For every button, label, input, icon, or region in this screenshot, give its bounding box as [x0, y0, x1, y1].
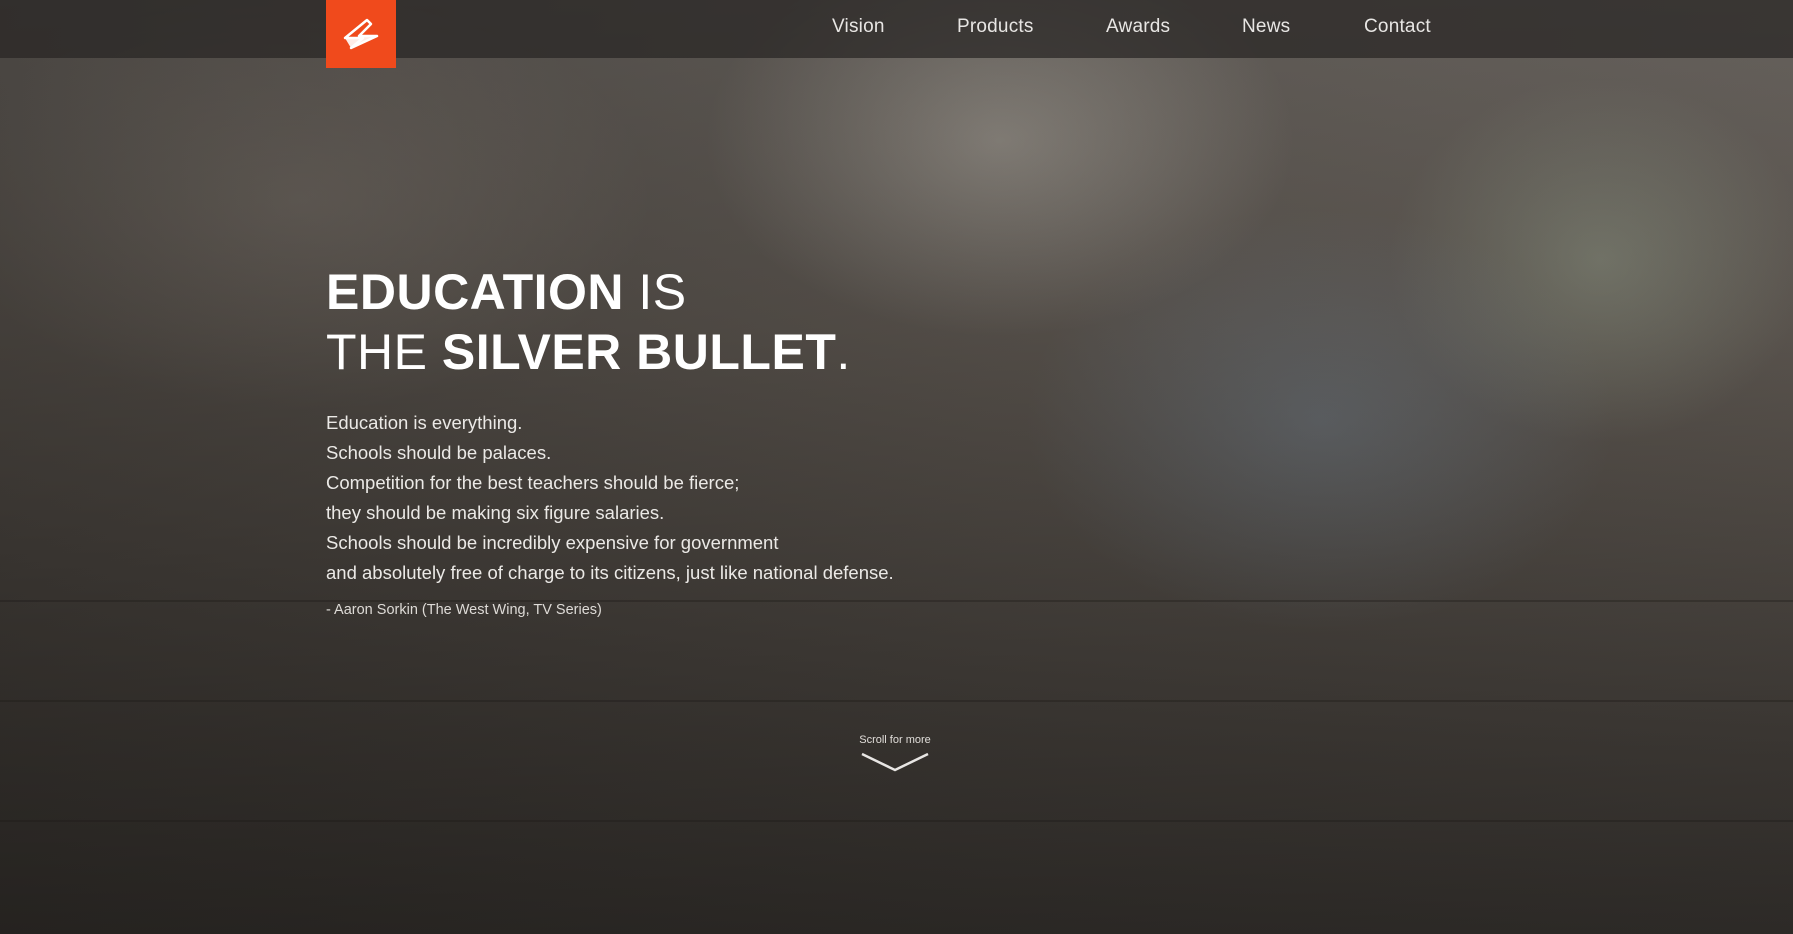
quote-line: they should be making six figure salarie…	[326, 502, 665, 523]
quote-line: Education is everything.	[326, 412, 523, 433]
logo[interactable]	[326, 0, 396, 68]
quote-line: and absolutely free of charge to its cit…	[326, 562, 894, 583]
quote-line: Competition for the best teachers should…	[326, 472, 740, 493]
nav-item-products[interactable]: Products	[957, 16, 1034, 38]
nav-item-contact[interactable]: Contact	[1364, 16, 1431, 38]
scroll-for-more[interactable]: Scroll for more	[850, 734, 940, 774]
chevron-down-icon	[861, 752, 929, 772]
lightning-bolt-icon	[343, 18, 379, 50]
headline-bold-2: SILVER BULLET	[441, 324, 837, 380]
nav-item-vision[interactable]: Vision	[832, 16, 885, 38]
hero-section: Vision Products Awards News Contact EDUC…	[0, 0, 1793, 934]
scroll-label: Scroll for more	[859, 734, 931, 746]
headline-light-2: THE	[326, 324, 442, 380]
headline-end-2: .	[836, 324, 851, 380]
nav-item-news[interactable]: News	[1242, 16, 1290, 38]
hero-headline: EDUCATION IS THE SILVER BULLET.	[326, 262, 1026, 382]
top-navbar: Vision Products Awards News Contact	[0, 0, 1793, 58]
nav-item-awards[interactable]: Awards	[1106, 16, 1170, 38]
main-nav: Vision Products Awards News Contact	[0, 0, 1793, 58]
quote-line: Schools should be palaces.	[326, 442, 552, 463]
headline-bold-1: EDUCATION	[326, 264, 625, 320]
hero-content: EDUCATION IS THE SILVER BULLET. Educatio…	[326, 262, 1026, 618]
headline-light-1: IS	[624, 264, 687, 320]
quote-line: Schools should be incredibly expensive f…	[326, 532, 779, 553]
quote-block: Education is everything. Schools should …	[326, 408, 1026, 588]
quote-attribution: - Aaron Sorkin (The West Wing, TV Series…	[326, 602, 602, 618]
